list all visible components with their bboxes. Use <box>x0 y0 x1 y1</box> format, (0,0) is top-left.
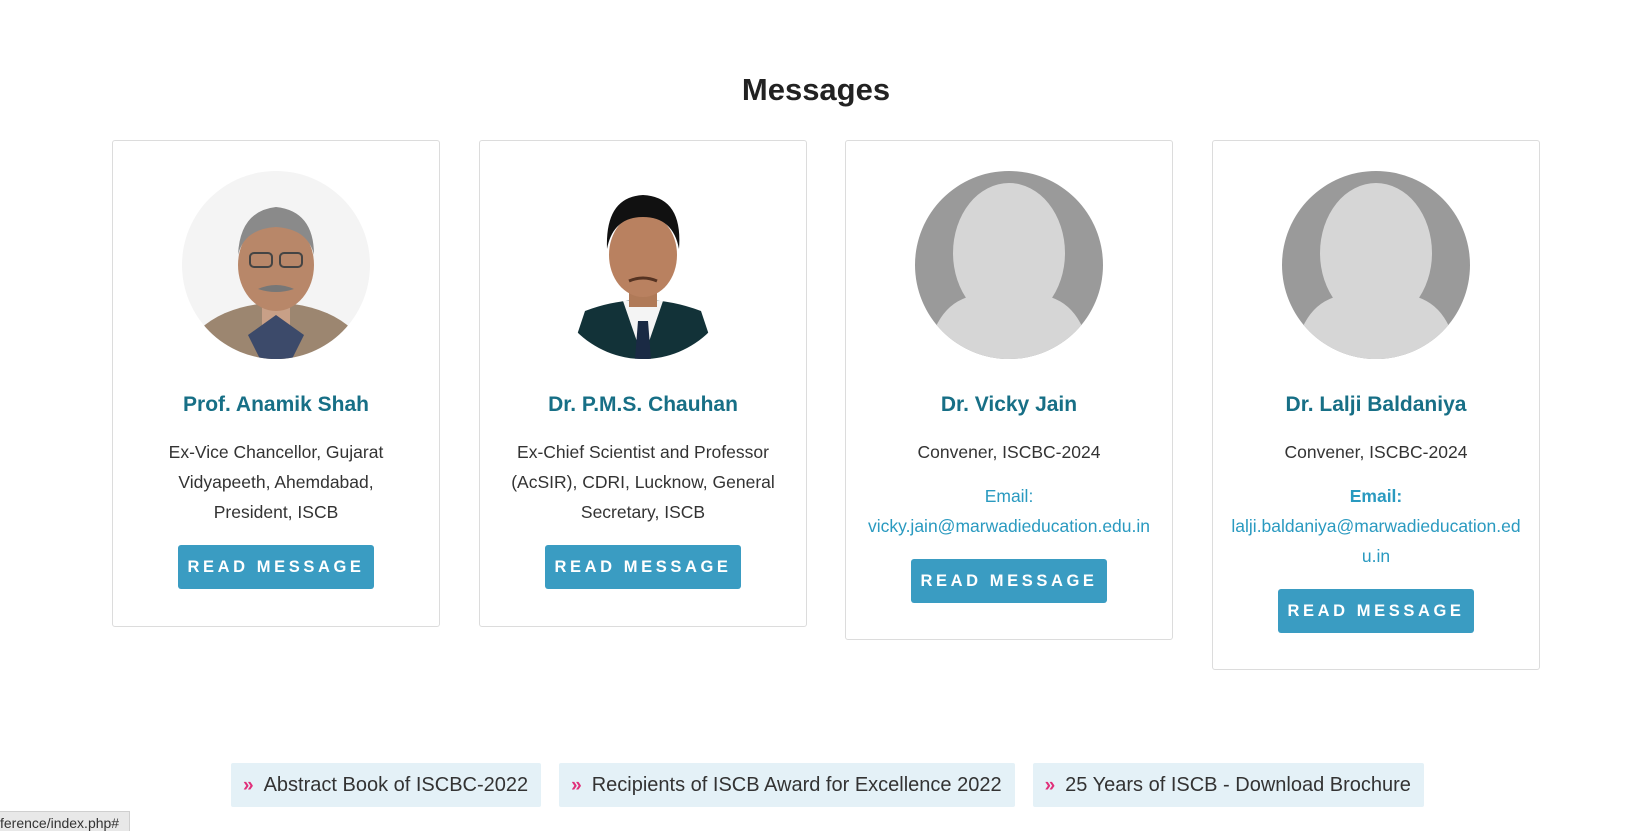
email-label: Email: <box>1349 486 1403 506</box>
avatar <box>549 171 737 359</box>
section-title: Messages <box>741 72 891 107</box>
double-chevron-right-icon: » <box>1044 775 1056 796</box>
link-abstract-book[interactable]: » Abstract Book of ISCBC-2022 <box>231 763 542 807</box>
person-name: Dr. Lalji Baldaniya <box>1285 393 1467 416</box>
person-role: Convener, ISCBC-2024 <box>1284 442 1468 462</box>
avatar <box>1282 171 1470 359</box>
avatar <box>915 171 1103 359</box>
person-role: Ex-Vice Chancellor, Gujarat Vidyapeeth, … <box>168 442 384 522</box>
person-name: Dr. P.M.S. Chauhan <box>548 393 738 416</box>
person-role: Ex-Chief Scientist and Professor (AcSIR)… <box>511 442 775 522</box>
resource-links: » Abstract Book of ISCBC-2022 » Recipients… <box>231 763 1424 807</box>
link-label: 25 Years of ISCB - Download Brochure <box>1065 774 1411 796</box>
email-link[interactable]: vicky.jain@marwadieducation.edu.in <box>859 511 1159 541</box>
messages-page: Messages Prof. Anamik Shah Ex-Vice Chanc… <box>0 0 1632 831</box>
message-card: Prof. Anamik Shah Ex-Vice Chancellor, Gu… <box>112 140 440 627</box>
read-message-button[interactable]: READ MESSAGE <box>1278 589 1474 633</box>
message-card: Dr. P.M.S. Chauhan Ex-Chief Scientist an… <box>479 140 807 627</box>
double-chevron-right-icon: » <box>571 775 582 796</box>
read-message-button[interactable]: READ MESSAGE <box>911 559 1107 603</box>
person-name: Prof. Anamik Shah <box>183 393 369 416</box>
link-label: Recipients of ISCB Award for Excellence … <box>591 774 1002 796</box>
double-chevron-right-icon: » <box>243 775 254 796</box>
person-name: Dr. Vicky Jain <box>940 393 1078 416</box>
link-label: Abstract Book of ISCBC-2022 <box>263 774 529 796</box>
browser-status-bar: ference/index.php# <box>0 811 131 831</box>
email-block: Email: vicky.jain@marwadieducation.edu.i… <box>859 481 1159 541</box>
message-card: Dr. Vicky Jain Convener, ISCBC-2024 Emai… <box>845 140 1173 640</box>
link-download-brochure[interactable]: » 25 Years of ISCB - Download Brochure <box>1032 763 1424 807</box>
person-role: Convener, ISCBC-2024 <box>917 442 1101 462</box>
email-link[interactable]: lalji.baldaniya@marwadieducation.edu.in <box>1226 511 1526 571</box>
avatar <box>182 171 370 359</box>
read-message-button[interactable]: READ MESSAGE <box>545 545 741 589</box>
read-message-button[interactable]: READ MESSAGE <box>178 545 374 589</box>
email-label: Email: <box>984 486 1034 506</box>
link-award-recipients[interactable]: » Recipients of ISCB Award for Excellence… <box>559 763 1015 807</box>
message-card: Dr. Lalji Baldaniya Convener, ISCBC-2024… <box>1212 140 1540 670</box>
email-block: Email: lalji.baldaniya@marwadieducation.… <box>1226 481 1526 571</box>
